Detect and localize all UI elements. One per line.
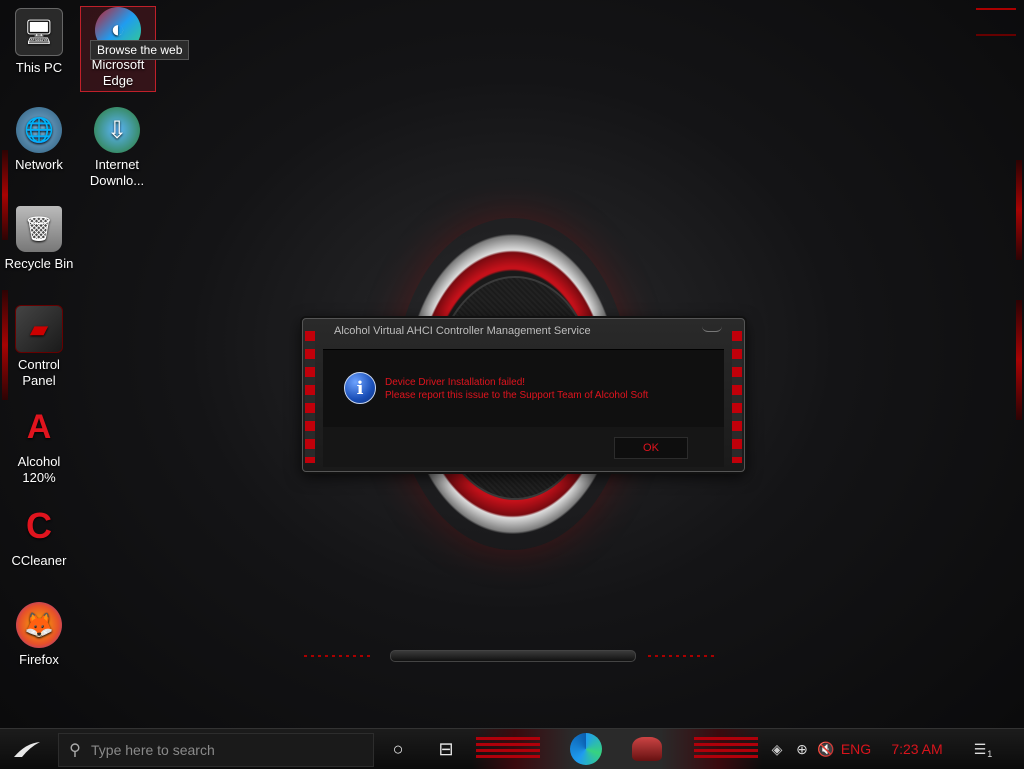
computer-icon: 🖥 <box>15 8 63 56</box>
desktop-icon-label: Recycle Bin <box>4 256 74 271</box>
desktop-icon-label: Control Panel <box>18 357 60 388</box>
task-view-icon: ⊟ <box>438 738 454 759</box>
action-center-button[interactable]: ☰ 1 <box>966 729 1000 769</box>
taskbar-center-decoration <box>472 729 762 769</box>
ok-button[interactable]: OK <box>614 437 688 459</box>
tray-volume-muted-icon[interactable]: 🔇 <box>814 729 838 769</box>
desktop-icon-label: Microsoft Edge <box>91 57 145 88</box>
desktop-icon-firefox[interactable]: 🦊 Firefox <box>2 602 76 668</box>
wallpaper-dots-left <box>304 655 374 657</box>
desktop-icon-ccleaner[interactable]: C CCleaner <box>2 503 76 569</box>
clock[interactable]: 7:23 AM <box>882 729 952 769</box>
desktop-icon-network[interactable]: 🌐 Network <box>2 107 76 173</box>
language-indicator[interactable]: ENG <box>836 729 876 769</box>
right-red-stripe-lower <box>1016 300 1022 420</box>
desktop-icon-label: This PC <box>15 60 63 75</box>
download-manager-icon: ⇩ <box>94 107 140 153</box>
notification-icon: ☰ <box>973 740 987 757</box>
taskbar-stripes <box>476 737 540 761</box>
dialog-title: Alcohol Virtual AHCI Controller Manageme… <box>334 325 591 337</box>
desktop-icon-this-pc[interactable]: 🖥 This PC <box>2 8 76 76</box>
recycle-bin-icon: 🗑 <box>16 206 62 252</box>
search-icon: ⚲ <box>69 742 81 759</box>
desktop-icon-control-panel[interactable]: ▰ Control Panel <box>2 305 76 389</box>
taskbar-stripes <box>694 737 758 761</box>
task-view-button[interactable]: ⊟ <box>424 729 468 769</box>
taskbar-rog-app-icon[interactable] <box>632 737 662 761</box>
message-line-2: Please report this issue to the Support … <box>385 390 649 401</box>
taskbar-edge-icon[interactable] <box>570 733 602 765</box>
dialog-footer: OK <box>323 427 724 467</box>
ccleaner-icon: C <box>26 505 52 546</box>
notification-count: 1 <box>987 749 993 759</box>
dialog-side-decoration <box>305 331 315 463</box>
dialog-message: Device Driver Installation failed! Pleas… <box>385 376 648 402</box>
taskbar-search[interactable]: ⚲ Type here to search <box>58 733 374 767</box>
corner-decoration <box>976 8 1016 36</box>
network-icon: 🌐 <box>16 107 62 153</box>
desktop-icon-label: Firefox <box>19 652 59 667</box>
alcohol-icon: A <box>26 407 52 446</box>
desktop-icon-label: Internet Downlo... <box>89 157 145 188</box>
desktop-icon-internet-download-manager[interactable]: ⇩ Internet Downlo... <box>80 107 154 189</box>
error-dialog: Alcohol Virtual AHCI Controller Manageme… <box>302 318 745 472</box>
firefox-icon: 🦊 <box>16 602 62 648</box>
message-line-1: Device Driver Installation failed! <box>385 377 526 388</box>
taskbar: ⚲ Type here to search ○ ⊟ ◈ ⊕ 🔇 ENG 7:23… <box>0 728 1024 769</box>
desktop-icon-recycle-bin[interactable]: 🗑 Recycle Bin <box>2 206 76 272</box>
desktop-icon-label: Alcohol 120% <box>17 454 61 485</box>
info-icon: i <box>344 372 376 404</box>
dialog-body: i Device Driver Installation failed! Ple… <box>323 349 724 428</box>
tray-rog-icon[interactable]: ◈ <box>764 729 790 769</box>
start-button[interactable] <box>0 729 54 769</box>
cortana-button[interactable]: ○ <box>376 729 420 769</box>
right-red-stripe <box>1016 160 1022 260</box>
control-panel-icon: ▰ <box>15 305 63 353</box>
search-placeholder: Type here to search <box>91 742 215 758</box>
wallpaper-bar <box>390 650 636 662</box>
tooltip: Browse the web <box>90 40 190 60</box>
rog-start-icon <box>14 742 40 757</box>
desktop-icon-label: CCleaner <box>11 553 67 568</box>
dialog-close-button[interactable] <box>702 321 722 332</box>
tray-network-icon[interactable]: ⊕ <box>790 729 814 769</box>
dialog-side-decoration <box>732 331 742 463</box>
wallpaper-dots-right <box>648 655 718 657</box>
desktop-icon-label: Network <box>15 157 63 172</box>
circle-icon: ○ <box>392 738 404 759</box>
desktop-icon-alcohol-120[interactable]: A Alcohol 120% <box>2 404 76 486</box>
